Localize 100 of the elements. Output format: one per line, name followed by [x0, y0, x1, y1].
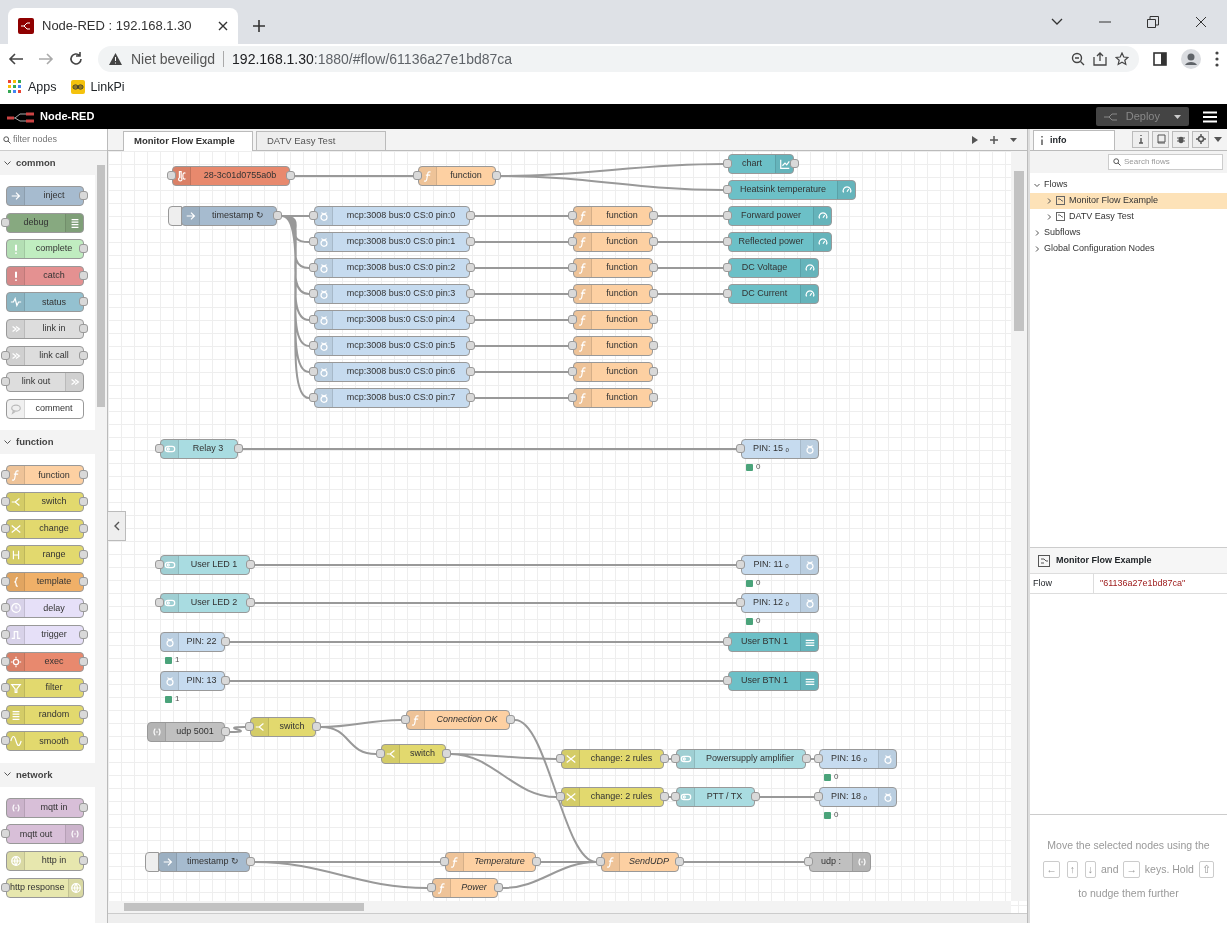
flow-node[interactable]: Relay 3: [160, 439, 238, 459]
key-cap: →: [1123, 861, 1140, 878]
flow-node[interactable]: mcp:3008 bus:0 CS:0 pin:1: [314, 232, 470, 252]
info-title: Monitor Flow Example: [1056, 553, 1152, 567]
tree-item[interactable]: DATV Easy Test: [1030, 208, 1227, 225]
status-text: 1: [175, 654, 180, 666]
flow-node[interactable]: function: [573, 310, 653, 330]
palette-node[interactable]: link out: [6, 372, 84, 393]
flow-node[interactable]: switch: [381, 744, 446, 764]
palette-node[interactable]: http response: [6, 877, 84, 898]
palette-node[interactable]: exec: [6, 651, 84, 672]
tree-item[interactable]: Monitor Flow Example: [1030, 192, 1227, 209]
palette-node[interactable]: random: [6, 704, 84, 725]
flow-node[interactable]: Reflected power: [728, 232, 832, 252]
palette-node[interactable]: trigger: [6, 624, 84, 645]
palette-node[interactable]: inject: [6, 186, 84, 206]
palette-node[interactable]: link call: [6, 345, 84, 366]
palette-node[interactable]: mqtt out: [6, 824, 84, 845]
flow-node[interactable]: Heatsink temperature: [728, 180, 856, 200]
flow-node[interactable]: mcp:3008 bus:0 CS:0 pin:2: [314, 258, 470, 278]
flow-node[interactable]: 28-3c01d0755a0b: [172, 166, 290, 186]
palette-node[interactable]: smooth: [6, 731, 84, 752]
help-text: to nudge them further: [1078, 887, 1179, 899]
flow-node[interactable]: udp :: [809, 852, 871, 872]
palette-node[interactable]: catch: [6, 265, 84, 286]
flow-node[interactable]: PIN: 18 ₒ: [819, 787, 897, 807]
palette-node[interactable]: status: [6, 292, 84, 313]
address-bar[interactable]: Niet beveiligd 192.168.1.30:1880/#flow/61136a27e1bd87ca: [98, 46, 1139, 72]
flow-node[interactable]: Powersupply amplifier: [676, 749, 806, 769]
flow-node[interactable]: PIN: 11 ₒ: [741, 555, 819, 575]
palette-node[interactable]: switch: [6, 491, 84, 512]
flow-node[interactable]: User LED 2: [160, 593, 250, 613]
category-header[interactable]: network: [0, 762, 95, 787]
flow-node[interactable]: function: [573, 388, 653, 408]
app-title: Node-RED: [40, 109, 95, 125]
palette-node[interactable]: http in: [6, 851, 84, 872]
flow-tab[interactable]: Monitor Flow Example: [123, 131, 253, 151]
flow-node[interactable]: PTT / TX: [676, 787, 755, 807]
flow-node[interactable]: function: [573, 206, 653, 226]
flow-node[interactable]: SendUDP: [601, 852, 679, 872]
palette-node[interactable]: filter: [6, 678, 84, 699]
flow-node[interactable]: PIN: 22: [160, 632, 225, 652]
flow-node[interactable]: Connection OK: [406, 710, 510, 730]
tree-item[interactable]: Global Configuration Nodes: [1030, 240, 1227, 257]
flow-node[interactable]: PIN: 13: [160, 671, 225, 691]
flow-node[interactable]: udp 5001: [147, 722, 225, 742]
flow-node[interactable]: chart: [728, 154, 794, 174]
palette-node[interactable]: complete: [6, 239, 84, 260]
palette-node[interactable]: link in: [6, 318, 84, 339]
flow-node[interactable]: function: [573, 336, 653, 356]
category-header[interactable]: function: [0, 430, 95, 455]
flow-node[interactable]: function: [573, 362, 653, 382]
flow-node[interactable]: switch: [250, 717, 316, 737]
palette-node[interactable]: change: [6, 518, 84, 539]
key-cap: ⇧: [1198, 861, 1214, 878]
flow-node[interactable]: DC Voltage: [728, 258, 819, 278]
palette-node[interactable]: template: [6, 571, 84, 592]
flow-node[interactable]: mcp:3008 bus:0 CS:0 pin:4: [314, 310, 470, 330]
flow-node[interactable]: timestamp ↻: [158, 852, 250, 872]
sidebar-tab[interactable]: info: [1033, 129, 1115, 150]
palette-node[interactable]: delay: [6, 598, 84, 619]
flow-node[interactable]: User BTN 1: [728, 632, 819, 652]
flow-tab[interactable]: DATV Easy Test: [256, 131, 386, 150]
tree-item[interactable]: Subflows: [1030, 224, 1227, 241]
flow-node[interactable]: change: 2 rules: [561, 749, 664, 769]
browser-tab[interactable]: Node-RED : 192.168.1.30: [8, 8, 238, 44]
flow-node[interactable]: PIN: 12 ₒ: [741, 593, 819, 613]
flow-node[interactable]: User LED 1: [160, 555, 250, 575]
flow-node[interactable]: mcp:3008 bus:0 CS:0 pin:3: [314, 284, 470, 304]
flow-node[interactable]: change: 2 rules: [561, 787, 664, 807]
status-text: 0: [756, 615, 761, 627]
status-text: 0: [756, 461, 761, 473]
palette-node[interactable]: debug: [6, 212, 84, 233]
help-text: keys. Hold: [1144, 863, 1194, 875]
bookmark[interactable]: Apps: [8, 77, 57, 97]
flow-node[interactable]: PIN: 16 ₒ: [819, 749, 897, 769]
flow-node[interactable]: function: [573, 284, 653, 304]
flow-node[interactable]: mcp:3008 bus:0 CS:0 pin:0: [314, 206, 470, 226]
palette-node[interactable]: range: [6, 545, 84, 566]
tree-item[interactable]: Flows: [1030, 176, 1227, 193]
flow-node[interactable]: mcp:3008 bus:0 CS:0 pin:5: [314, 336, 470, 356]
flow-node[interactable]: function: [573, 232, 653, 252]
flow-node[interactable]: User BTN 1: [728, 671, 819, 691]
flow-node[interactable]: PIN: 15 ₒ: [741, 439, 819, 459]
flow-node[interactable]: Forward power: [728, 206, 832, 226]
palette-node[interactable]: mqtt in: [6, 797, 84, 818]
security-label: Niet beveiligd: [131, 49, 216, 69]
bookmark[interactable]: LinkPi: [70, 77, 125, 97]
flow-node[interactable]: mcp:3008 bus:0 CS:0 pin:6: [314, 362, 470, 382]
flow-node[interactable]: DC Current: [728, 284, 819, 304]
palette-node[interactable]: comment: [6, 398, 84, 419]
category-header[interactable]: common: [0, 151, 95, 175]
flow-node[interactable]: mcp:3008 bus:0 CS:0 pin:7: [314, 388, 470, 408]
flow-node[interactable]: Power: [432, 878, 498, 898]
palette-node[interactable]: function: [6, 465, 84, 486]
flow-node[interactable]: timestamp ↻: [181, 206, 277, 226]
flow-node[interactable]: Temperature: [445, 852, 536, 872]
flow-node[interactable]: function: [573, 258, 653, 278]
url-text: 192.168.1.30:1880/#flow/61136a27e1bd87ca: [232, 49, 513, 69]
flow-node[interactable]: function: [418, 166, 496, 186]
